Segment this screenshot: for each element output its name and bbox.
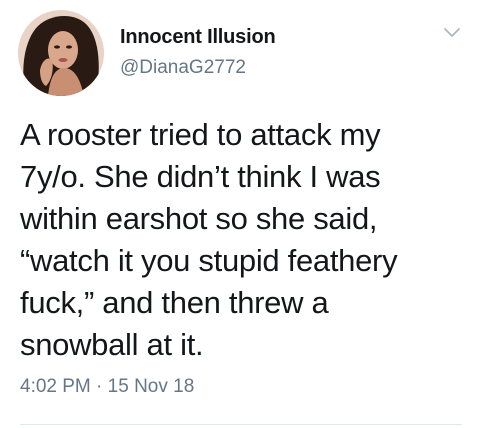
tweet-time: 4:02 PM [20, 376, 91, 397]
avatar-photo [18, 10, 104, 96]
user-handle[interactable]: @DianaG2772 [120, 57, 246, 79]
avatar[interactable] [18, 10, 104, 96]
tweet-timestamp[interactable]: 4:02 PM · 15 Nov 18 [20, 376, 194, 398]
meta-separator: · [90, 376, 108, 397]
divider [20, 424, 462, 425]
tweet-card: Innocent Illusion @DianaG2772 A rooster … [0, 0, 480, 428]
tweet-text: A rooster tried to attack my 7y/o. She d… [20, 117, 398, 362]
chevron-down-icon[interactable] [442, 26, 462, 40]
display-name[interactable]: Innocent Illusion [120, 26, 276, 49]
tweet-date: 15 Nov 18 [107, 376, 195, 397]
